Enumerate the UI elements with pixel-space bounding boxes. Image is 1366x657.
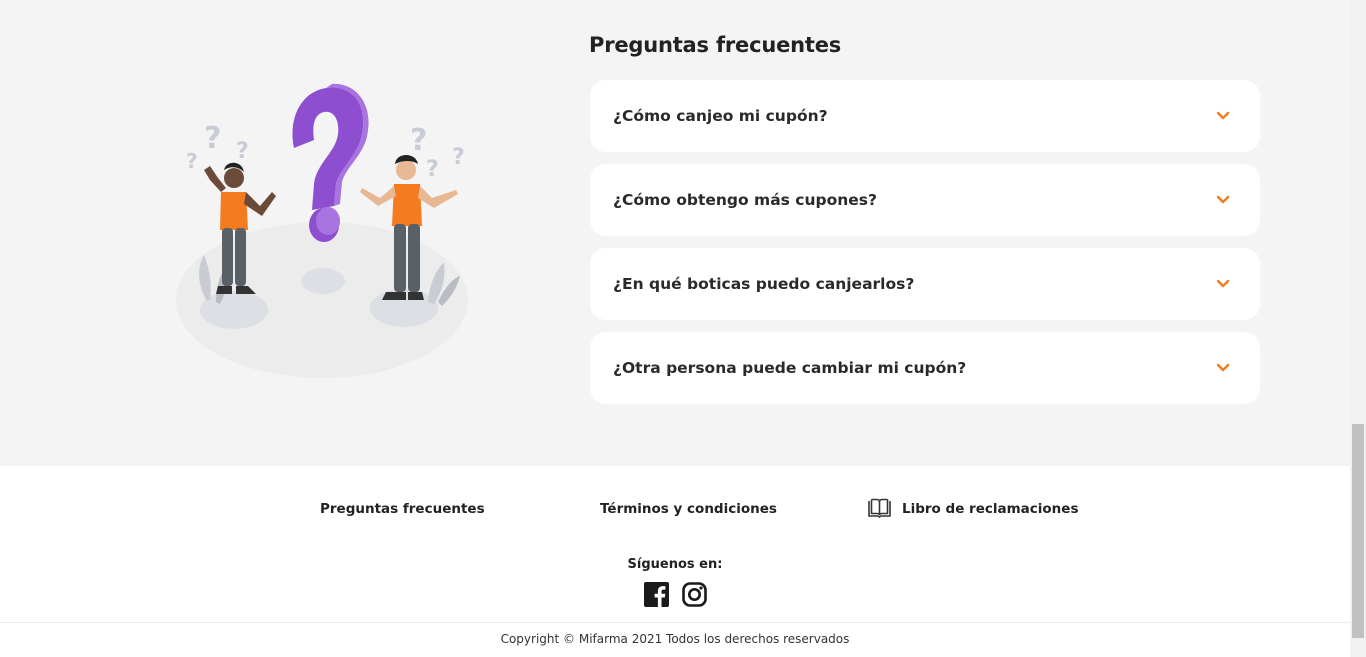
faq-section: ? ? ? ? ? ? Preguntas frecuentes ¿Cómo c… <box>0 0 1350 466</box>
chevron-down-icon <box>1216 363 1230 372</box>
faq-item-mas-cupones[interactable]: ¿Cómo obtengo más cupones? <box>590 164 1260 236</box>
book-icon <box>868 498 891 518</box>
follow-label: Síguenos en: <box>627 557 723 572</box>
svg-text:?: ? <box>426 157 439 182</box>
instagram-icon[interactable] <box>682 582 707 607</box>
chevron-down-icon <box>1216 195 1230 204</box>
chevron-down-icon <box>1216 279 1230 288</box>
facebook-icon[interactable] <box>644 582 669 607</box>
faq-question: ¿Cómo obtengo más cupones? <box>613 191 878 209</box>
svg-text:?: ? <box>410 123 427 158</box>
faq-question: ¿Cómo canjeo mi cupón? <box>613 107 828 125</box>
footer-link-complaints-book[interactable]: Libro de reclamaciones <box>867 498 1078 519</box>
footer-link-terms[interactable]: Términos y condiciones <box>600 501 777 517</box>
faq-title: Preguntas frecuentes <box>589 33 842 57</box>
footer-divider <box>0 622 1350 623</box>
complaints-book-label: Libro de reclamaciones <box>902 500 1079 517</box>
svg-text:?: ? <box>204 121 221 156</box>
faq-question: ¿Otra persona puede cambiar mi cupón? <box>613 359 967 377</box>
faq-question: ¿En qué boticas puedo canjearlos? <box>613 275 915 293</box>
footer: Preguntas frecuentes Términos y condicio… <box>0 466 1350 657</box>
chevron-down-icon <box>1216 111 1230 120</box>
svg-text:?: ? <box>186 149 198 173</box>
faq-item-canjear-cupon[interactable]: ¿Cómo canjeo mi cupón? <box>590 80 1260 152</box>
people-question-illustration: ? ? ? ? ? ? <box>176 83 468 378</box>
social-links <box>644 582 707 607</box>
svg-text:?: ? <box>452 145 465 170</box>
copyright: Copyright © Mifarma 2021 Todos los derec… <box>500 632 850 646</box>
footer-link-faq[interactable]: Preguntas frecuentes <box>320 501 485 517</box>
faq-item-otra-persona[interactable]: ¿Otra persona puede cambiar mi cupón? <box>590 332 1260 404</box>
faq-list: ¿Cómo canjeo mi cupón? ¿Cómo obtengo más… <box>590 80 1260 416</box>
scrollbar[interactable] <box>1350 0 1366 657</box>
svg-text:?: ? <box>236 139 249 164</box>
scrollbar-thumb[interactable] <box>1352 424 1364 638</box>
faq-item-boticas[interactable]: ¿En qué boticas puedo canjearlos? <box>590 248 1260 320</box>
